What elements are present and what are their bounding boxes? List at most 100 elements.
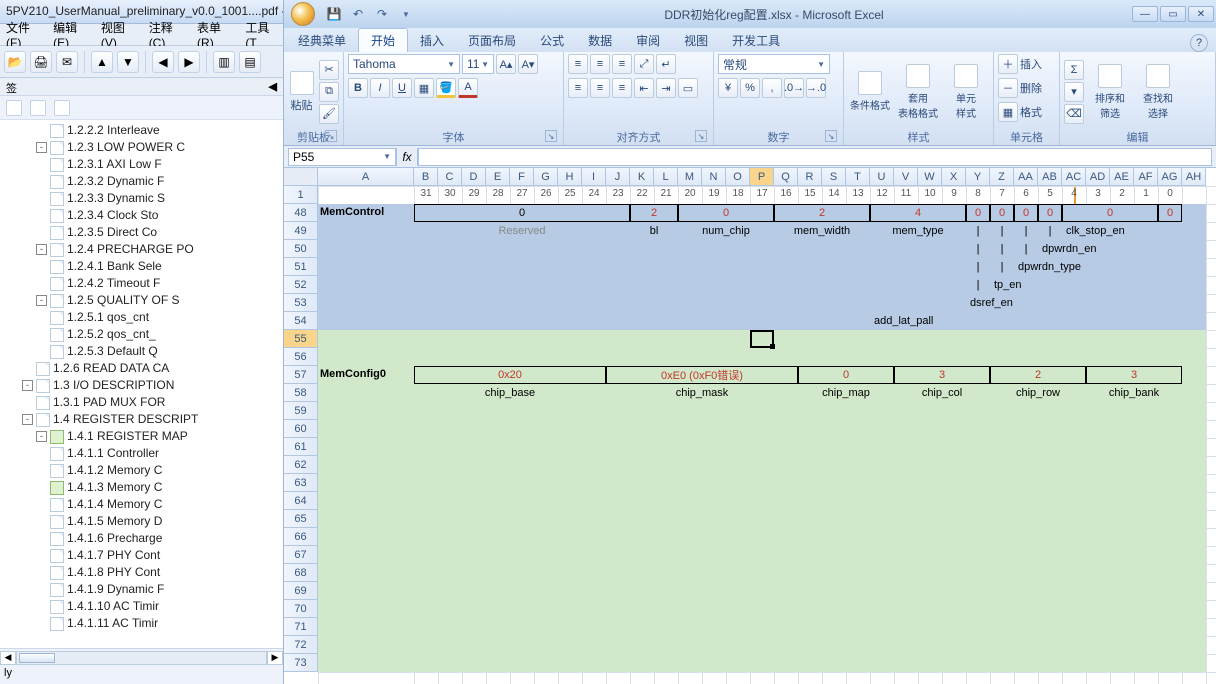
- align-right-icon[interactable]: ≡: [612, 78, 632, 98]
- tree-node[interactable]: 1.3.1 PAD MUX FOR: [4, 394, 283, 411]
- tree-node[interactable]: 1.2.3.5 Direct Co: [4, 224, 283, 241]
- tree-node[interactable]: -1.2.3 LOW POWER C: [4, 139, 283, 156]
- tree-node[interactable]: 1.4.1.11 AC Timir: [4, 615, 283, 632]
- wrap-text-button[interactable]: ↵: [656, 54, 676, 74]
- row-header[interactable]: 48: [284, 204, 317, 222]
- number-dialog-icon[interactable]: ↘: [825, 130, 837, 142]
- inc-decimal-icon[interactable]: .0→: [784, 78, 804, 98]
- copy-icon[interactable]: ⧉: [319, 82, 339, 102]
- border-button[interactable]: ▦: [414, 78, 434, 98]
- row-header[interactable]: 57: [284, 366, 317, 384]
- row-header[interactable]: 72: [284, 636, 317, 654]
- orientation-icon[interactable]: ⤢: [634, 54, 654, 74]
- column-header[interactable]: Y: [966, 168, 990, 185]
- cut-icon[interactable]: ✂: [319, 60, 339, 80]
- row-header[interactable]: 62: [284, 456, 317, 474]
- row-header[interactable]: 55: [284, 330, 317, 348]
- row-header[interactable]: 54: [284, 312, 317, 330]
- column-header[interactable]: B: [414, 168, 438, 185]
- align-bot-icon[interactable]: ≡: [612, 54, 632, 74]
- ribbon-tab[interactable]: 经典菜单: [286, 29, 358, 52]
- next-icon[interactable]: ▼: [117, 51, 139, 73]
- sort-filter-button[interactable]: 排序和 筛选: [1088, 62, 1132, 122]
- comma-icon[interactable]: ,: [762, 78, 782, 98]
- prev-icon[interactable]: ▲: [91, 51, 113, 73]
- row-header[interactable]: 65: [284, 510, 317, 528]
- back-icon[interactable]: ◀: [152, 51, 174, 73]
- tree-node[interactable]: -1.4.1 REGISTER MAP: [4, 428, 283, 445]
- align-mid-icon[interactable]: ≡: [590, 54, 610, 74]
- column-header[interactable]: F: [510, 168, 534, 185]
- column-header[interactable]: J: [606, 168, 630, 185]
- font-dialog-icon[interactable]: ↘: [545, 130, 557, 142]
- paste-button[interactable]: 粘贴: [288, 62, 315, 122]
- row-header[interactable]: 60: [284, 420, 317, 438]
- tool1-icon[interactable]: ▥: [213, 51, 235, 73]
- save-icon[interactable]: 💾: [324, 4, 344, 24]
- pdf-menubar[interactable]: 文件(F)编辑(E)视图(V)注释(C)表单(R)工具(T: [0, 24, 283, 46]
- column-header[interactable]: C: [438, 168, 462, 185]
- row-header[interactable]: 63: [284, 474, 317, 492]
- fwd-icon[interactable]: ▶: [178, 51, 200, 73]
- tree-node[interactable]: 1.2.3.2 Dynamic F: [4, 173, 283, 190]
- tree-node[interactable]: 1.4.1.3 Memory C: [4, 479, 283, 496]
- grow-font-icon[interactable]: A▴: [496, 54, 516, 74]
- open-icon[interactable]: 📂: [4, 51, 26, 73]
- dec-decimal-icon[interactable]: →.0: [806, 78, 826, 98]
- tree-node[interactable]: 1.2.3.4 Clock Sto: [4, 207, 283, 224]
- insert-button[interactable]: ＋插入: [998, 54, 1042, 74]
- ribbon-tab[interactable]: 公式: [528, 29, 576, 52]
- row-header[interactable]: 50: [284, 240, 317, 258]
- ribbon-tab[interactable]: 审阅: [624, 29, 672, 52]
- undo-icon[interactable]: ↶: [348, 4, 368, 24]
- column-header[interactable]: AC: [1062, 168, 1086, 185]
- column-header[interactable]: AF: [1134, 168, 1158, 185]
- bm-icon2[interactable]: [30, 100, 46, 116]
- tree-node[interactable]: 1.2.5.2 qos_cnt_: [4, 326, 283, 343]
- autosum-icon[interactable]: Σ: [1064, 60, 1084, 80]
- scroll-thumb[interactable]: [19, 653, 55, 663]
- align-left-icon[interactable]: ≡: [568, 78, 588, 98]
- tree-node[interactable]: 1.2.4.2 Timeout F: [4, 275, 283, 292]
- find-select-button[interactable]: 查找和 选择: [1136, 62, 1180, 122]
- cell-style-button[interactable]: 单元 样式: [944, 62, 988, 122]
- formula-input[interactable]: [418, 148, 1212, 166]
- column-header[interactable]: AA: [1014, 168, 1038, 185]
- column-header[interactable]: P: [750, 168, 774, 185]
- column-header[interactable]: D: [462, 168, 486, 185]
- close-button[interactable]: ✕: [1188, 6, 1214, 22]
- column-header[interactable]: N: [702, 168, 726, 185]
- column-header[interactable]: AB: [1038, 168, 1062, 185]
- clear-icon[interactable]: ⌫: [1064, 104, 1084, 124]
- name-box[interactable]: P55▼: [288, 148, 396, 166]
- font-color-button[interactable]: A: [458, 78, 478, 98]
- column-header[interactable]: AG: [1158, 168, 1182, 185]
- row-header[interactable]: 73: [284, 654, 317, 672]
- help-icon[interactable]: ?: [1190, 34, 1208, 52]
- scroll-left-icon[interactable]: ◀: [0, 651, 16, 665]
- font-size-combo[interactable]: 11▼: [462, 54, 494, 74]
- tree-node[interactable]: 1.4.1.7 PHY Cont: [4, 547, 283, 564]
- row-header[interactable]: 58: [284, 384, 317, 402]
- column-header[interactable]: AH: [1182, 168, 1206, 185]
- row-header[interactable]: 51: [284, 258, 317, 276]
- row-header[interactable]: 66: [284, 528, 317, 546]
- tree-node[interactable]: -1.3 I/O DESCRIPTION: [4, 377, 283, 394]
- column-header[interactable]: Q: [774, 168, 798, 185]
- row-header[interactable]: 70: [284, 600, 317, 618]
- column-header[interactable]: Z: [990, 168, 1014, 185]
- column-header[interactable]: A: [318, 168, 414, 185]
- column-header[interactable]: T: [846, 168, 870, 185]
- tree-node[interactable]: 1.2.3.3 Dynamic S: [4, 190, 283, 207]
- mail-icon[interactable]: ✉: [56, 51, 78, 73]
- office-button[interactable]: [284, 0, 322, 28]
- column-header[interactable]: K: [630, 168, 654, 185]
- shrink-font-icon[interactable]: A▾: [518, 54, 538, 74]
- tree-node[interactable]: 1.4.1.4 Memory C: [4, 496, 283, 513]
- scroll-track[interactable]: [16, 651, 267, 665]
- italic-button[interactable]: I: [370, 78, 390, 98]
- column-header[interactable]: AD: [1086, 168, 1110, 185]
- column-header[interactable]: I: [582, 168, 606, 185]
- bold-button[interactable]: B: [348, 78, 368, 98]
- ribbon-tab[interactable]: 视图: [672, 29, 720, 52]
